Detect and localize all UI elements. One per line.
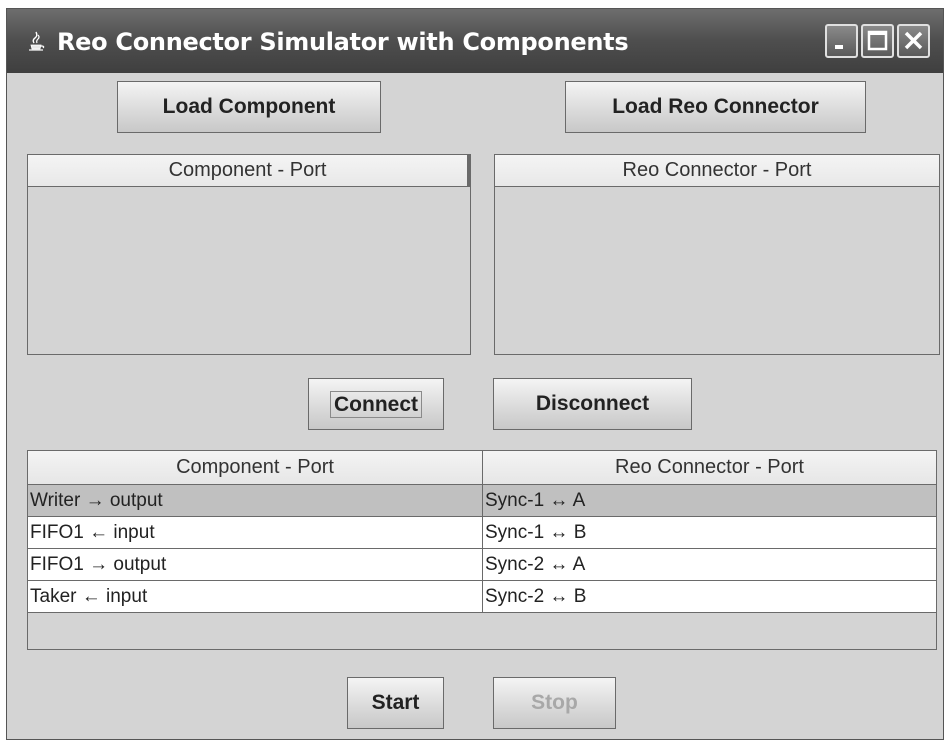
cell-connector-port: Sync-2 ↔ B (485, 585, 587, 607)
start-button[interactable]: Start (347, 677, 444, 729)
load-component-label: Load Component (162, 95, 336, 118)
minimize-icon (835, 45, 843, 49)
reo-connector-port-list[interactable]: Reo Connector - Port (494, 154, 940, 355)
maximize-button[interactable] (861, 24, 894, 58)
component-port-list[interactable]: Component - Port (27, 154, 471, 355)
cell-component-port: Taker ← input (28, 581, 483, 612)
load-component-button[interactable]: Load Component (117, 81, 381, 133)
minimize-button[interactable] (825, 24, 858, 58)
table-row[interactable]: FIFO1 → output Sync-2 ↔ A (28, 549, 936, 581)
column-header-component-port[interactable]: Component - Port (28, 451, 483, 484)
table-row[interactable]: FIFO1 ← input Sync-1 ↔ B (28, 517, 936, 549)
close-icon (904, 31, 923, 50)
window-title: Reo Connector Simulator with Components (57, 28, 629, 56)
load-reo-connector-button[interactable]: Load Reo Connector (565, 81, 866, 133)
start-label: Start (371, 691, 420, 714)
load-reo-connector-label: Load Reo Connector (612, 95, 819, 118)
stop-button: Stop (493, 677, 616, 729)
table-row[interactable]: Writer → output Sync-1 ↔ A (28, 485, 936, 517)
cell-connector-port: Sync-1 ↔ B (485, 521, 587, 543)
cell-component-port: FIFO1 ← input (28, 517, 483, 548)
stop-label: Stop (531, 691, 578, 714)
cell-connector-port: Sync-1 ↔ A (485, 489, 586, 511)
java-app-icon (29, 31, 45, 51)
disconnect-button[interactable]: Disconnect (493, 378, 692, 430)
cell-component-port: FIFO1 → output (28, 549, 483, 580)
connect-button[interactable]: Connect (308, 378, 444, 430)
maximize-icon (867, 30, 888, 51)
component-port-list-header[interactable]: Component - Port (28, 155, 470, 187)
connections-table-header: Component - Port Reo Connector - Port (28, 451, 936, 485)
title-bar[interactable]: Reo Connector Simulator with Components (7, 9, 943, 73)
disconnect-label: Disconnect (535, 392, 650, 415)
connect-label: Connect (330, 390, 422, 418)
connections-table-body: Writer → output Sync-1 ↔ A FIFO1 ← input… (28, 485, 936, 613)
close-button[interactable] (897, 24, 930, 58)
column-header-reo-connector-port[interactable]: Reo Connector - Port (483, 451, 936, 484)
table-row[interactable]: Taker ← input Sync-2 ↔ B (28, 581, 936, 613)
connections-table[interactable]: Component - Port Reo Connector - Port Wr… (27, 450, 937, 650)
reo-connector-port-list-header[interactable]: Reo Connector - Port (495, 155, 939, 187)
cell-connector-port: Sync-2 ↔ A (485, 553, 586, 575)
cell-component-port: Writer → output (28, 485, 483, 516)
